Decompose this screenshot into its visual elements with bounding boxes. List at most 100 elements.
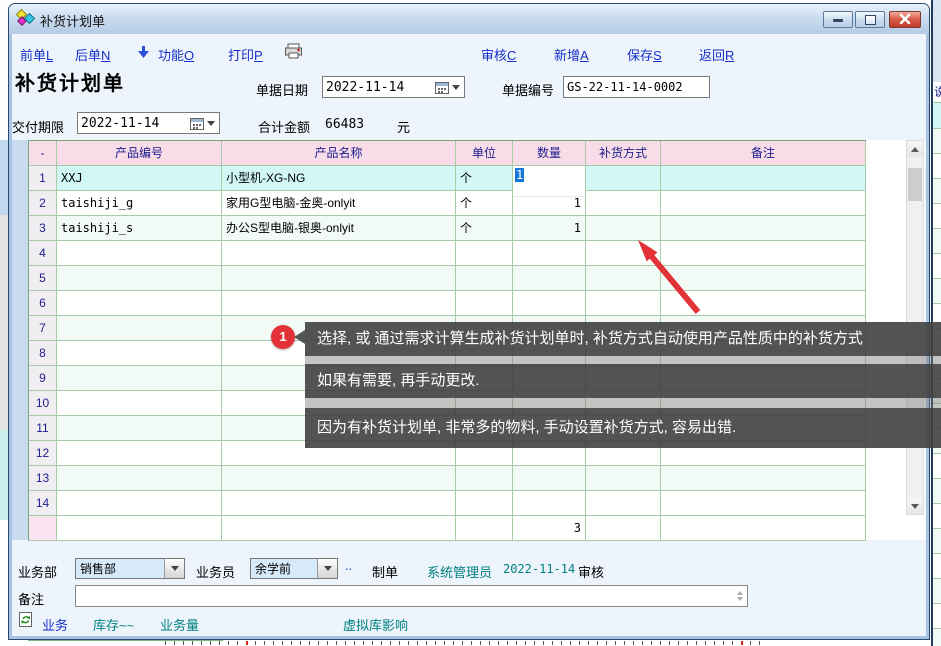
cell-code[interactable]: taishiji_g bbox=[57, 191, 222, 216]
cell-code[interactable] bbox=[57, 366, 222, 391]
row-number-cell[interactable]: 2 bbox=[29, 191, 57, 216]
row-number-cell[interactable]: 13 bbox=[29, 466, 57, 491]
cell-name[interactable]: 家用G型电脑-金奥-onlyit bbox=[222, 191, 456, 216]
remark-input[interactable] bbox=[75, 585, 748, 607]
cell-unit[interactable] bbox=[456, 266, 513, 291]
cell-name[interactable] bbox=[222, 491, 456, 516]
row-number-cell[interactable]: 4 bbox=[29, 241, 57, 266]
cell-code[interactable]: taishiji_s bbox=[57, 216, 222, 241]
row-number-cell[interactable]: 12 bbox=[29, 441, 57, 466]
cell-unit[interactable]: 个 bbox=[456, 216, 513, 241]
cell-method[interactable] bbox=[586, 466, 661, 491]
row-number-cell[interactable]: 3 bbox=[29, 216, 57, 241]
row-number-cell[interactable]: 6 bbox=[29, 291, 57, 316]
cell-code[interactable] bbox=[57, 491, 222, 516]
dept-combo-button[interactable] bbox=[164, 559, 184, 578]
cell-remark[interactable] bbox=[661, 216, 866, 241]
cell-qty[interactable] bbox=[513, 291, 586, 316]
minimize-button[interactable] bbox=[823, 11, 853, 28]
cell-unit[interactable] bbox=[456, 291, 513, 316]
scrollbar-thumb[interactable] bbox=[908, 168, 922, 201]
cell-code[interactable] bbox=[57, 441, 222, 466]
cell-code[interactable] bbox=[57, 416, 222, 441]
cell-unit[interactable] bbox=[456, 241, 513, 266]
cell-code[interactable] bbox=[57, 241, 222, 266]
row-number-cell[interactable]: 11 bbox=[29, 416, 57, 441]
print-button[interactable]: 打印P bbox=[228, 45, 263, 64]
row-number-cell[interactable]: 14 bbox=[29, 491, 57, 516]
business-volume-link[interactable]: 业务量 bbox=[160, 615, 199, 634]
deadline-field[interactable]: 2022-11-14 bbox=[77, 112, 220, 134]
virtual-stock-link[interactable]: 虚拟库影响 bbox=[343, 615, 408, 634]
doc-no-field[interactable]: GS-22-11-14-0002 bbox=[563, 76, 710, 98]
cell-remark[interactable] bbox=[661, 291, 866, 316]
cell-code[interactable] bbox=[57, 341, 222, 366]
row-number-cell[interactable]: 8 bbox=[29, 341, 57, 366]
maximize-button[interactable] bbox=[855, 11, 885, 28]
cell-unit[interactable]: 个 bbox=[456, 166, 513, 191]
scroll-up-button[interactable] bbox=[907, 141, 923, 157]
column-header-1[interactable]: 产品编号 bbox=[57, 141, 222, 166]
title-bar[interactable] bbox=[9, 4, 929, 34]
chevron-down-icon[interactable] bbox=[452, 85, 460, 90]
cell-method[interactable] bbox=[586, 491, 661, 516]
cell-code[interactable]: XXJ bbox=[57, 166, 222, 191]
cell-unit[interactable] bbox=[456, 466, 513, 491]
row-number-cell[interactable]: 7 bbox=[29, 316, 57, 341]
cell-name[interactable] bbox=[222, 266, 456, 291]
chevron-down-icon[interactable] bbox=[207, 121, 215, 126]
cell-method[interactable] bbox=[586, 241, 661, 266]
next-doc-button[interactable]: 后单N bbox=[75, 45, 110, 64]
spinner-icon[interactable] bbox=[737, 591, 743, 601]
return-button[interactable]: 返回R bbox=[699, 45, 734, 64]
cell-name[interactable]: 小型机-XG-NG bbox=[222, 166, 456, 191]
cell-qty[interactable] bbox=[513, 266, 586, 291]
cell-qty[interactable] bbox=[513, 466, 586, 491]
cell-remark[interactable] bbox=[661, 166, 866, 191]
cell-code[interactable] bbox=[57, 466, 222, 491]
cell-method[interactable] bbox=[586, 191, 661, 216]
printer-icon[interactable] bbox=[284, 43, 303, 64]
calendar-icon[interactable] bbox=[190, 117, 204, 130]
scroll-down-button[interactable] bbox=[907, 498, 923, 514]
cell-remark[interactable] bbox=[661, 466, 866, 491]
row-number-cell[interactable]: 1 bbox=[29, 166, 57, 191]
cell-code[interactable] bbox=[57, 391, 222, 416]
column-header-4[interactable]: 数量 bbox=[513, 141, 586, 166]
column-header-0[interactable]: - bbox=[29, 141, 57, 166]
cell-qty[interactable] bbox=[513, 491, 586, 516]
cell-method[interactable] bbox=[586, 291, 661, 316]
cell-qty[interactable]: 1 bbox=[513, 216, 586, 241]
cell-remark[interactable] bbox=[661, 266, 866, 291]
cell-name[interactable] bbox=[222, 466, 456, 491]
close-button[interactable] bbox=[889, 11, 921, 28]
prev-doc-button[interactable]: 前单L bbox=[20, 45, 53, 64]
cell-remark[interactable] bbox=[661, 191, 866, 216]
staff-combo[interactable]: 余学前 bbox=[250, 558, 338, 579]
cell-method[interactable] bbox=[586, 166, 661, 191]
column-header-2[interactable]: 产品名称 bbox=[222, 141, 456, 166]
column-header-3[interactable]: 单位 bbox=[456, 141, 513, 166]
functions-button[interactable]: 功能O bbox=[158, 45, 194, 64]
document-refresh-icon[interactable] bbox=[18, 611, 34, 633]
cell-qty[interactable] bbox=[513, 241, 586, 266]
cell-name[interactable] bbox=[222, 291, 456, 316]
column-header-5[interactable]: 补货方式 bbox=[586, 141, 661, 166]
cell-name[interactable]: 办公S型电脑-银奥-onlyit bbox=[222, 216, 456, 241]
dept-combo[interactable]: 销售部 bbox=[75, 558, 185, 579]
staff-combo-button[interactable] bbox=[317, 559, 337, 578]
row-number-cell[interactable]: 10 bbox=[29, 391, 57, 416]
cell-code[interactable] bbox=[57, 291, 222, 316]
cell-code[interactable] bbox=[57, 266, 222, 291]
doc-date-field[interactable]: 2022-11-14 bbox=[322, 76, 465, 98]
cell-code[interactable] bbox=[57, 316, 222, 341]
row-number-cell[interactable]: 9 bbox=[29, 366, 57, 391]
cell-remark[interactable] bbox=[661, 491, 866, 516]
cell-remark[interactable] bbox=[661, 241, 866, 266]
dots-label[interactable]: .. bbox=[345, 558, 352, 573]
cell-method[interactable] bbox=[586, 266, 661, 291]
row-number-cell[interactable]: 5 bbox=[29, 266, 57, 291]
cell-qty-editor[interactable]: 1 bbox=[513, 166, 586, 197]
stock-link[interactable]: 库存~~ bbox=[93, 615, 134, 634]
cell-name[interactable] bbox=[222, 241, 456, 266]
